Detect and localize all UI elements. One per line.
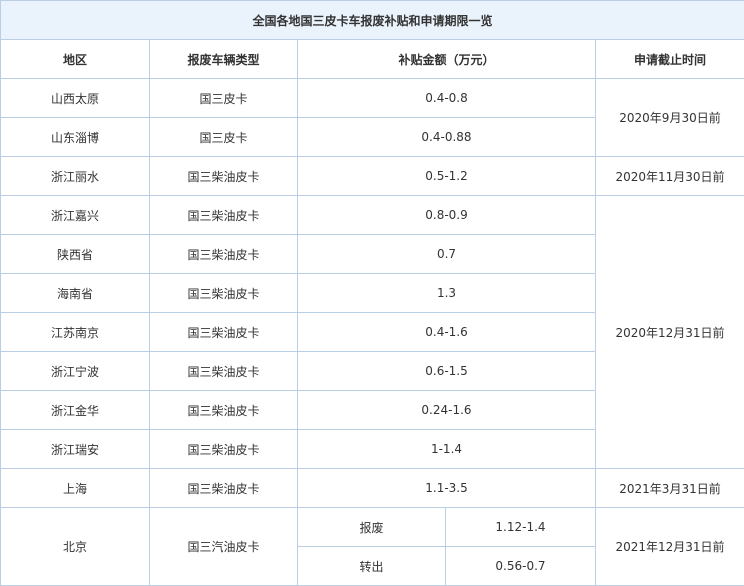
header-row: 地区 报废车辆类型 补贴金额（万元） 申请截止时间 [0, 39, 744, 79]
cell-subsidy: 1.1-3.5 [297, 468, 596, 508]
cell-region: 浙江丽水 [0, 156, 150, 196]
table-row: 山西太原 国三皮卡 0.4-0.8 2020年9月30日前 [0, 78, 744, 157]
cell-deadline: 2021年3月31日前 [595, 468, 744, 508]
cell-subsidy: 0.56-0.7 [445, 546, 596, 586]
cell-subsidy: 0.24-1.6 [297, 390, 596, 430]
cell-subsidy: 0.6-1.5 [297, 351, 596, 391]
cell-subsidy: 0.8-0.9 [297, 195, 596, 235]
cell-type: 国三柴油皮卡 [149, 351, 298, 391]
cell-type: 国三柴油皮卡 [149, 156, 298, 196]
cell-region: 陕西省 [0, 234, 150, 274]
header-vehicle-type: 报废车辆类型 [149, 39, 298, 79]
cell-region: 山东淄博 [0, 117, 150, 157]
cell-deadline: 2020年12月31日前 [595, 195, 744, 469]
cell-subsidy: 1.12-1.4 [445, 507, 596, 547]
table-row: 浙江嘉兴 国三柴油皮卡 0.8-0.9 2020年12月31日前 [0, 195, 744, 469]
cell-subsidy: 1-1.4 [297, 429, 596, 469]
header-subsidy: 补贴金额（万元） [297, 39, 596, 79]
cell-type: 国三皮卡 [149, 117, 298, 157]
header-region: 地区 [0, 39, 150, 79]
cell-region: 上海 [0, 468, 150, 508]
table-title: 全国各地国三皮卡车报废补贴和申请期限一览 [0, 0, 744, 40]
cell-type: 国三柴油皮卡 [149, 390, 298, 430]
cell-subsidy: 0.4-0.88 [297, 117, 596, 157]
cell-deadline: 2020年11月30日前 [595, 156, 744, 196]
cell-type: 国三柴油皮卡 [149, 273, 298, 313]
cell-subsidy: 0.4-1.6 [297, 312, 596, 352]
cell-region: 浙江金华 [0, 390, 150, 430]
cell-subsidy: 0.5-1.2 [297, 156, 596, 196]
table-row: 浙江丽水 国三柴油皮卡 0.5-1.2 2020年11月30日前 [0, 156, 744, 196]
subsidy-table: 全国各地国三皮卡车报废补贴和申请期限一览 地区 报废车辆类型 补贴金额（万元） … [0, 0, 744, 586]
cell-region: 浙江嘉兴 [0, 195, 150, 235]
cell-region: 江苏南京 [0, 312, 150, 352]
cell-subsidy: 1.3 [297, 273, 596, 313]
cell-type: 国三皮卡 [149, 78, 298, 118]
table-row: 上海 国三柴油皮卡 1.1-3.5 2021年3月31日前 [0, 468, 744, 508]
cell-type: 国三汽油皮卡 [149, 507, 298, 586]
cell-subsidy-sublabel: 报废 [297, 507, 446, 547]
table-row: 北京 国三汽油皮卡 报废 1.12-1.4 2021年12月31日前 [0, 507, 744, 586]
cell-subsidy: 0.7 [297, 234, 596, 274]
cell-region: 山西太原 [0, 78, 150, 118]
cell-region: 浙江宁波 [0, 351, 150, 391]
cell-type: 国三柴油皮卡 [149, 195, 298, 235]
cell-type: 国三柴油皮卡 [149, 234, 298, 274]
header-deadline: 申请截止时间 [595, 39, 744, 79]
cell-deadline: 2021年12月31日前 [595, 507, 744, 586]
cell-region: 浙江瑞安 [0, 429, 150, 469]
cell-type: 国三柴油皮卡 [149, 468, 298, 508]
cell-subsidy-sublabel: 转出 [297, 546, 446, 586]
cell-deadline: 2020年9月30日前 [595, 78, 744, 157]
cell-region: 北京 [0, 507, 150, 586]
cell-region: 海南省 [0, 273, 150, 313]
title-row: 全国各地国三皮卡车报废补贴和申请期限一览 [0, 0, 744, 40]
cell-subsidy: 0.4-0.8 [297, 78, 596, 118]
cell-type: 国三柴油皮卡 [149, 312, 298, 352]
cell-type: 国三柴油皮卡 [149, 429, 298, 469]
